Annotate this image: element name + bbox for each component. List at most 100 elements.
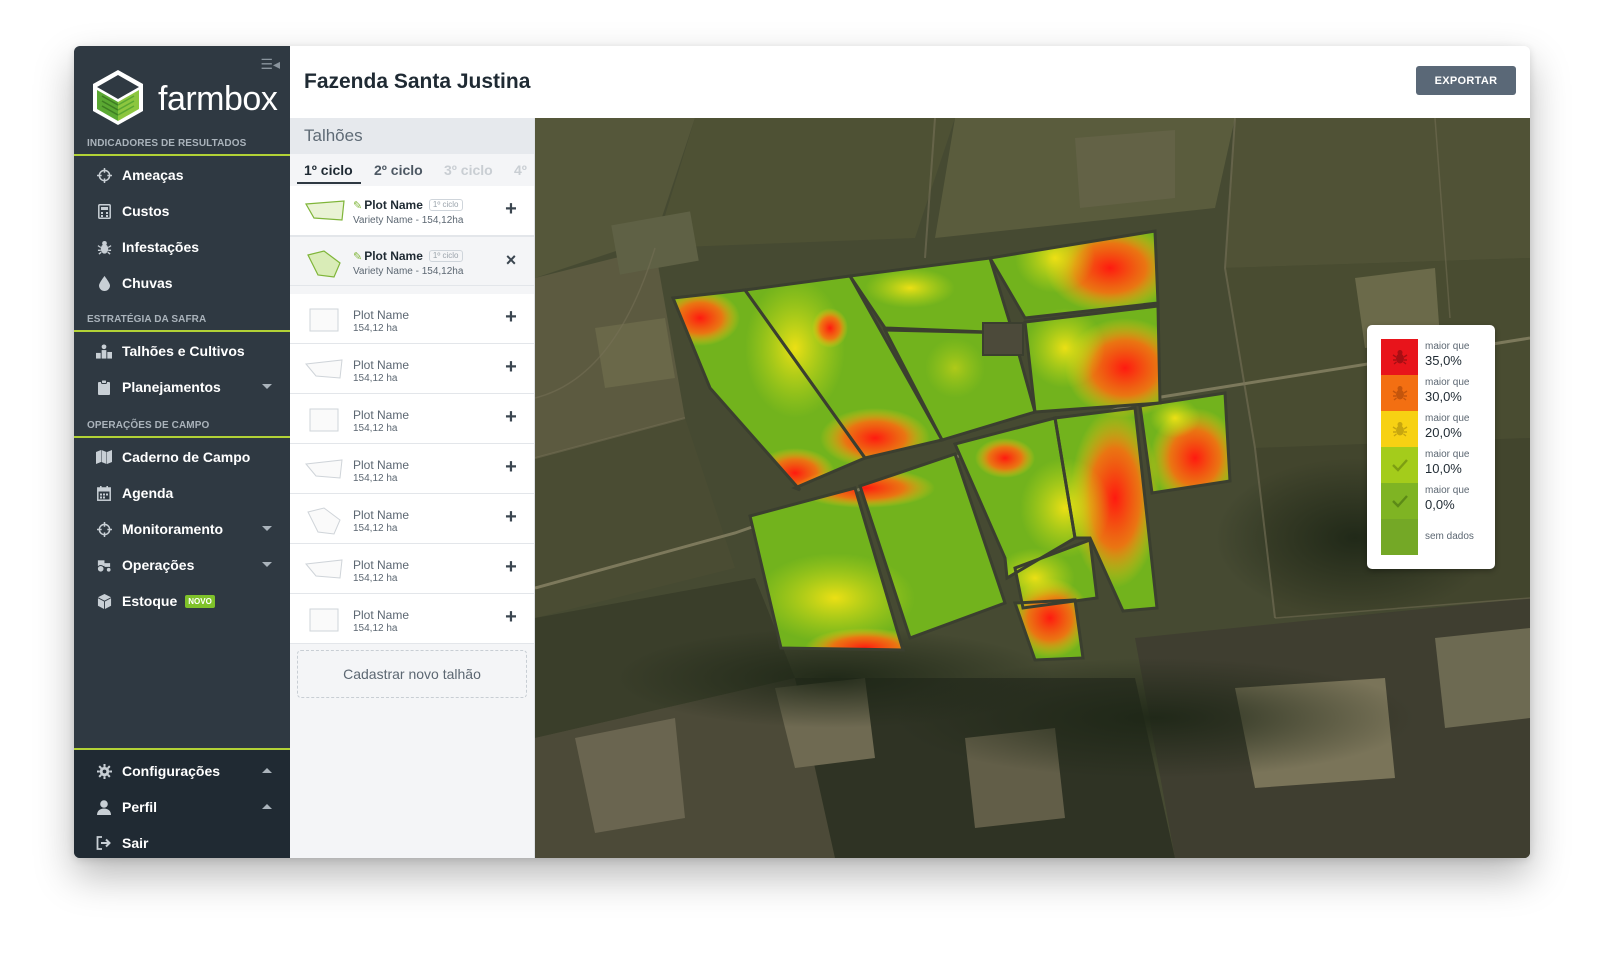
- sidebar-item-ameacas[interactable]: Ameaças: [74, 158, 290, 192]
- sidebar-footer: Configurações Perfil Sair: [74, 748, 290, 858]
- add-plot-icon[interactable]: +: [501, 198, 521, 220]
- logo[interactable]: farmbox ☰◂: [74, 46, 290, 140]
- sidebar-item-label: Talhões e Cultivos: [122, 343, 245, 359]
- sidebar-item-infestacoes[interactable]: Infestações: [74, 230, 290, 264]
- bug-icon: [1392, 386, 1407, 401]
- sidebar-item-agenda[interactable]: Agenda: [74, 476, 290, 510]
- sidebar-item-sair[interactable]: Sair: [74, 826, 290, 858]
- export-button[interactable]: EXPORTAR: [1416, 66, 1516, 95]
- plot-details: 154,12 ha: [353, 623, 398, 634]
- legend-swatch-10: [1381, 447, 1418, 483]
- sidebar-item-caderno-de-campo[interactable]: Caderno de Campo: [74, 440, 290, 474]
- legend-label-no-data: sem dados: [1425, 531, 1474, 542]
- legend-label: maior que 35,0%: [1425, 341, 1470, 368]
- plot-row[interactable]: Plot Name 154,12 ha +: [290, 594, 534, 644]
- add-plot-icon[interactable]: +: [501, 356, 521, 378]
- active-tab-indicator: [297, 182, 361, 184]
- plot-row[interactable]: Plot Name 154,12 ha +: [290, 344, 534, 394]
- sidebar-item-label: Monitoramento: [122, 521, 224, 537]
- plot-row[interactable]: Plot Name 154,12 ha +: [290, 394, 534, 444]
- chevron-down-icon[interactable]: [262, 384, 272, 389]
- field-icon: [96, 343, 112, 359]
- box-icon: [96, 593, 112, 609]
- plot-row-selected[interactable]: ✎ Plot Name 1º ciclo Variety Name - 154,12…: [290, 236, 534, 286]
- plot-shape-icon: [309, 608, 339, 632]
- tab-1-ciclo[interactable]: 1º ciclo: [304, 162, 353, 178]
- add-plot-icon[interactable]: +: [501, 606, 521, 628]
- section-divider: [74, 330, 290, 332]
- sidebar-item-chuvas[interactable]: Chuvas: [74, 266, 290, 300]
- sidebar-item-configuracoes[interactable]: Configurações: [74, 754, 290, 788]
- calculator-icon: [96, 203, 112, 219]
- legend-swatch-0: [1381, 483, 1418, 519]
- cycle-tag: 1º ciclo: [428, 199, 463, 211]
- plot-shape-icon: [307, 507, 341, 535]
- tab-4-ciclo[interactable]: 4º: [514, 162, 527, 178]
- plot-name: Plot Name: [353, 608, 410, 622]
- plot-shape-icon: [309, 408, 339, 432]
- add-plot-icon[interactable]: +: [501, 556, 521, 578]
- add-plot-icon[interactable]: +: [501, 506, 521, 528]
- plot-name-text: Plot Name: [364, 249, 423, 263]
- sidebar-item-label: Planejamentos: [122, 379, 221, 395]
- add-plot-icon[interactable]: +: [501, 306, 521, 328]
- pencil-icon[interactable]: ✎: [353, 250, 362, 263]
- sidebar-item-label: Infestações: [122, 239, 200, 255]
- section-divider: [74, 154, 290, 156]
- sidebar-item-planejamentos[interactable]: Planejamentos: [74, 370, 290, 404]
- sidebar-item-label: Custos: [122, 203, 170, 219]
- plot-row[interactable]: Plot Name 154,12 ha +: [290, 444, 534, 494]
- page-title: Fazenda Santa Justina: [304, 70, 531, 93]
- sidebar-item-label: Chuvas: [122, 275, 173, 291]
- plot-details: 154,12 ha: [353, 573, 398, 584]
- sidebar-item-perfil[interactable]: Perfil: [74, 790, 290, 824]
- cycle-tag: 1º ciclo: [428, 250, 463, 262]
- plot-row[interactable]: ✎ Plot Name 1º ciclo Variety Name - 154,12…: [290, 186, 534, 236]
- tab-3-ciclo[interactable]: 3º ciclo: [444, 162, 493, 178]
- legend-swatch-35: [1381, 339, 1418, 375]
- sidebar-item-estoque[interactable]: Estoque NOVO: [74, 584, 290, 618]
- heatmap-legend: maior que 35,0% maior que 30,0% maior que 2…: [1367, 325, 1495, 569]
- chevron-up-icon[interactable]: [262, 768, 272, 773]
- sidebar-item-monitoramento[interactable]: Monitoramento: [74, 512, 290, 546]
- plot-shape-icon: [305, 459, 343, 479]
- brand-name: farmbox: [158, 80, 278, 118]
- collapse-menu-icon[interactable]: ☰◂: [260, 56, 280, 73]
- section-title-estrategia: ESTRATÉGIA DA SAFRA: [87, 314, 207, 325]
- chevron-down-icon[interactable]: [262, 562, 272, 567]
- clipboard-icon: [96, 379, 112, 395]
- plot-row[interactable]: Plot Name 154,12 ha +: [290, 494, 534, 544]
- chevron-down-icon[interactable]: [262, 526, 272, 531]
- user-icon: [96, 799, 112, 815]
- add-new-plot-button[interactable]: Cadastrar novo talhão: [297, 650, 527, 698]
- plot-row[interactable]: Plot Name 154,12 ha +: [290, 294, 534, 344]
- plot-name: Plot Name: [353, 458, 410, 472]
- legend-label: maior que 20,0%: [1425, 413, 1470, 440]
- new-badge: NOVO: [185, 594, 215, 608]
- satellite-map[interactable]: maior que 35,0% maior que 30,0% maior que 2…: [535, 118, 1530, 858]
- sidebar-item-label: Agenda: [122, 485, 174, 501]
- add-plot-icon[interactable]: +: [501, 406, 521, 428]
- add-plot-icon[interactable]: +: [501, 456, 521, 478]
- farmbox-logo-icon: [93, 70, 143, 125]
- sidebar-item-operacoes[interactable]: Operações: [74, 548, 290, 582]
- panel-title: Talhões: [304, 126, 363, 145]
- legend-label: maior que 0,0%: [1425, 485, 1470, 512]
- sidebar-item-custos[interactable]: Custos: [74, 194, 290, 228]
- raindrop-icon: [96, 275, 112, 291]
- plot-details: Variety Name - 154,12ha: [353, 266, 464, 277]
- tab-2-ciclo[interactable]: 2º ciclo: [374, 162, 423, 178]
- sidebar-item-label: Configurações: [122, 763, 221, 779]
- plot-row[interactable]: Plot Name 154,12 ha +: [290, 544, 534, 594]
- plot-shape-icon: [307, 250, 341, 278]
- logout-icon: [96, 835, 112, 851]
- plot-details: 154,12 ha: [353, 523, 398, 534]
- gear-icon: [96, 763, 112, 779]
- sidebar-item-label: Ameaças: [122, 167, 184, 183]
- crosshair-icon: [96, 167, 112, 183]
- close-icon[interactable]: ×: [501, 250, 521, 270]
- sidebar-item-talhoes-cultivos[interactable]: Talhões e Cultivos: [74, 334, 290, 368]
- pencil-icon[interactable]: ✎: [353, 199, 362, 212]
- chevron-up-icon[interactable]: [262, 804, 272, 809]
- plot-details: Variety Name - 154,12ha: [353, 215, 464, 226]
